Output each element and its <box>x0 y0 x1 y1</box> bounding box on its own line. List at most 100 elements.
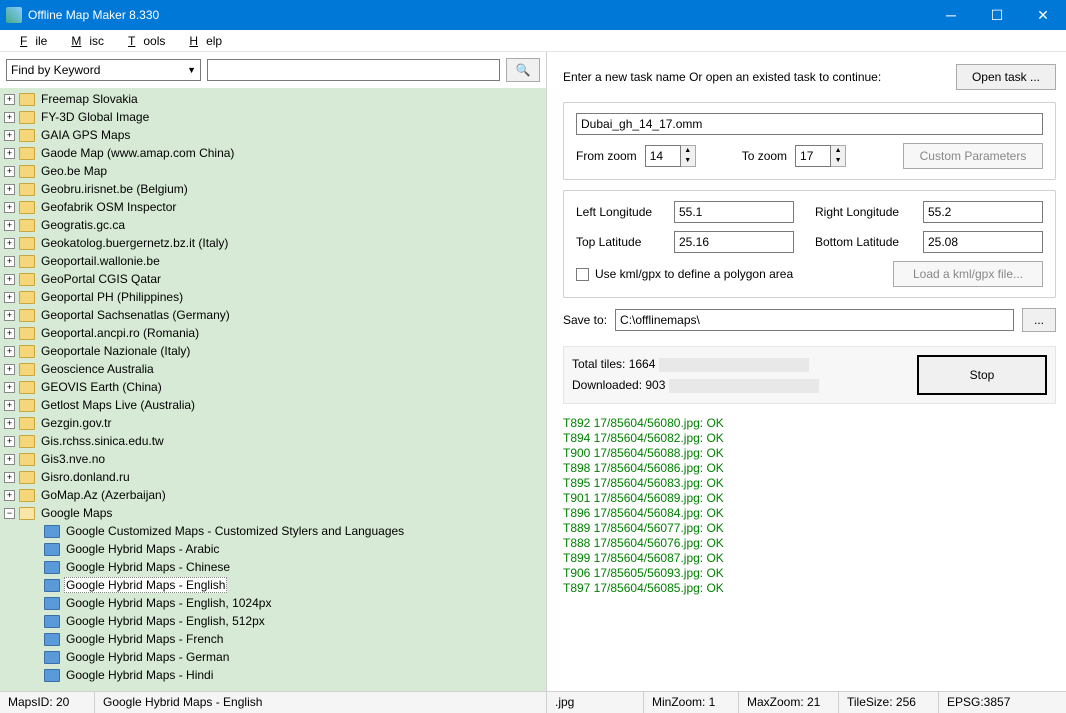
expand-icon[interactable]: + <box>4 292 15 303</box>
from-zoom-input[interactable] <box>645 145 681 167</box>
use-kml-checkbox[interactable]: Use kml/gpx to define a polygon area <box>576 267 793 281</box>
progress-block: Total tiles: 1664 Downloaded: 903 Stop <box>563 346 1056 404</box>
tree-item[interactable]: +Geoportal Sachsenatlas (Germany) <box>0 306 546 324</box>
tree-item[interactable]: +FY-3D Global Image <box>0 108 546 126</box>
menu-misc[interactable]: Misc <box>55 32 112 50</box>
expand-icon[interactable]: + <box>4 256 15 267</box>
folder-icon <box>19 147 35 160</box>
tree-item-label: Gis3.nve.no <box>39 452 107 466</box>
tree-leaf[interactable]: Google Hybrid Maps - Arabic <box>0 540 546 558</box>
tree-item[interactable]: +GEOVIS Earth (China) <box>0 378 546 396</box>
expand-icon[interactable]: + <box>4 490 15 501</box>
expand-icon[interactable]: + <box>4 310 15 321</box>
tree-item[interactable]: +GeoPortal CGIS Qatar <box>0 270 546 288</box>
expand-icon[interactable]: + <box>4 400 15 411</box>
expand-icon[interactable]: + <box>4 220 15 231</box>
tree-leaf[interactable]: Google Hybrid Maps - German <box>0 648 546 666</box>
tree-item[interactable]: +Gezgin.gov.tr <box>0 414 546 432</box>
tree-item[interactable]: +Freemap Slovakia <box>0 90 546 108</box>
expand-icon[interactable]: + <box>4 382 15 393</box>
tree-item[interactable]: + GoMap.Az (Azerbaijan) <box>0 486 546 504</box>
tree-leaf[interactable]: Google Customized Maps - Customized Styl… <box>0 522 546 540</box>
task-name-field[interactable] <box>576 113 1043 135</box>
menu-help[interactable]: Help <box>173 32 230 50</box>
tree-item[interactable]: +GAIA GPS Maps <box>0 126 546 144</box>
tree-item[interactable]: +Geoportale Nazionale (Italy) <box>0 342 546 360</box>
open-task-button[interactable]: Open task ... <box>956 64 1056 90</box>
tree-item[interactable]: +Gisro.donland.ru <box>0 468 546 486</box>
to-zoom-up[interactable]: ▲ <box>831 146 845 156</box>
tree-leaf[interactable]: Google Hybrid Maps - Hindi <box>0 666 546 684</box>
left-lon-input[interactable] <box>674 201 794 223</box>
tree-leaf-label: Google Hybrid Maps - French <box>64 632 225 646</box>
tree-leaf[interactable]: Google Hybrid Maps - English <box>0 576 546 594</box>
total-progress-bar <box>659 358 809 372</box>
maximize-button[interactable]: ☐ <box>974 0 1020 30</box>
tree-item-open[interactable]: −Google Maps <box>0 504 546 522</box>
tree-item[interactable]: +Gis.rchss.sinica.edu.tw <box>0 432 546 450</box>
custom-parameters-button[interactable]: Custom Parameters <box>903 143 1043 169</box>
bot-lat-input[interactable] <box>923 231 1043 253</box>
tree-leaf[interactable]: Google Hybrid Maps - French <box>0 630 546 648</box>
expand-icon[interactable]: + <box>4 346 15 357</box>
expand-icon[interactable]: + <box>4 472 15 483</box>
tree-leaf[interactable]: Google Hybrid Maps - English, 512px <box>0 612 546 630</box>
to-zoom-input[interactable] <box>795 145 831 167</box>
tree-item[interactable]: +Geo.be Map <box>0 162 546 180</box>
stop-button[interactable]: Stop <box>917 355 1047 395</box>
tree-item[interactable]: +Geoportal.ancpi.ro (Romania) <box>0 324 546 342</box>
expand-icon[interactable]: + <box>4 436 15 447</box>
expand-icon[interactable]: + <box>4 130 15 141</box>
to-zoom-label: To zoom <box>742 149 787 163</box>
tree-item[interactable]: + Geobru.irisnet.be (Belgium) <box>0 180 546 198</box>
tree-item[interactable]: +Geoscience Australia <box>0 360 546 378</box>
collapse-icon[interactable]: − <box>4 508 15 519</box>
tree-item[interactable]: +Geokatolog.buergernetz.bz.it (Italy) <box>0 234 546 252</box>
find-mode-combo[interactable]: Find by Keyword ▼ <box>6 59 201 81</box>
save-to-input[interactable] <box>615 309 1014 331</box>
log-line: T899 17/85604/56087.jpg: OK <box>563 551 1056 566</box>
map-source-tree[interactable]: +Freemap Slovakia+FY-3D Global Image+GAI… <box>0 88 546 691</box>
folder-icon <box>19 273 35 286</box>
download-progress-bar <box>669 379 819 393</box>
tree-item[interactable]: + Gis3.nve.no <box>0 450 546 468</box>
close-button[interactable]: ✕ <box>1020 0 1066 30</box>
map-icon <box>44 615 60 628</box>
expand-icon[interactable]: + <box>4 364 15 375</box>
tree-item[interactable]: +Geoportal PH (Philippines) <box>0 288 546 306</box>
menu-tools[interactable]: Tools <box>112 32 173 50</box>
tree-item[interactable]: +Getlost Maps Live (Australia) <box>0 396 546 414</box>
expand-icon[interactable]: + <box>4 166 15 177</box>
from-zoom-down[interactable]: ▼ <box>681 156 695 166</box>
expand-icon[interactable]: + <box>4 148 15 159</box>
expand-icon[interactable]: + <box>4 184 15 195</box>
expand-icon[interactable]: + <box>4 454 15 465</box>
tree-item-label: GoMap.Az (Azerbaijan) <box>39 488 168 502</box>
tree-item-label: Geobru.irisnet.be (Belgium) <box>39 182 190 196</box>
to-zoom-down[interactable]: ▼ <box>831 156 845 166</box>
tree-item[interactable]: +Geogratis.gc.ca <box>0 216 546 234</box>
menu-file[interactable]: File <box>4 32 55 50</box>
tree-leaf-label: Google Hybrid Maps - Chinese <box>64 560 232 574</box>
expand-icon[interactable]: + <box>4 94 15 105</box>
expand-icon[interactable]: + <box>4 112 15 123</box>
search-input[interactable] <box>207 59 500 81</box>
right-lon-input[interactable] <box>923 201 1043 223</box>
expand-icon[interactable]: + <box>4 274 15 285</box>
from-zoom-up[interactable]: ▲ <box>681 146 695 156</box>
titlebar: Offline Map Maker 8.330 ─ ☐ ✕ <box>0 0 1066 30</box>
minimize-button[interactable]: ─ <box>928 0 974 30</box>
tree-item[interactable]: +Geoportail.wallonie.be <box>0 252 546 270</box>
tree-leaf[interactable]: Google Hybrid Maps - Chinese <box>0 558 546 576</box>
load-kml-button[interactable]: Load a kml/gpx file... <box>893 261 1043 287</box>
expand-icon[interactable]: + <box>4 238 15 249</box>
top-lat-input[interactable] <box>674 231 794 253</box>
tree-leaf[interactable]: Google Hybrid Maps - English, 1024px <box>0 594 546 612</box>
expand-icon[interactable]: + <box>4 418 15 429</box>
tree-item[interactable]: +Geofabrik OSM Inspector <box>0 198 546 216</box>
search-button[interactable]: 🔍 <box>506 58 540 82</box>
expand-icon[interactable]: + <box>4 328 15 339</box>
tree-item[interactable]: +Gaode Map (www.amap.com China) <box>0 144 546 162</box>
browse-button[interactable]: ... <box>1022 308 1056 332</box>
expand-icon[interactable]: + <box>4 202 15 213</box>
